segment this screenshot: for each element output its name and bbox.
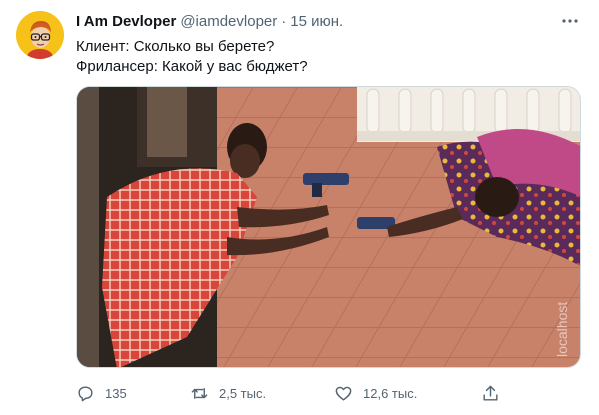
avatar-illustration — [16, 11, 64, 59]
tweet-actions: 135 2,5 тыс. 12,6 тыс. — [76, 380, 506, 406]
retweet-icon — [191, 387, 208, 399]
tweet-text-line: Фрилансер: Какой у вас бюджет? — [76, 58, 308, 75]
tweet-header: I Am Devloper @iamdevloper · 15 июн. — [76, 11, 343, 31]
share-button[interactable] — [481, 380, 500, 406]
reply-icon — [78, 385, 93, 401]
like-count: 12,6 тыс. — [363, 385, 418, 401]
more-dots-icon — [562, 19, 578, 23]
tweet-date[interactable]: 15 июн. — [290, 13, 343, 30]
retweet-count: 2,5 тыс. — [219, 385, 267, 401]
tweet-text: Клиент: Сколько вы берете? Фрилансер: Ка… — [76, 37, 308, 77]
reply-button[interactable]: 135 — [76, 380, 127, 406]
meme-photo: localhost — [77, 87, 580, 367]
like-button[interactable]: 12,6 тыс. — [334, 380, 417, 406]
more-options-button[interactable] — [559, 10, 581, 32]
retweet-button[interactable]: 2,5 тыс. — [190, 380, 266, 406]
heart-icon — [335, 386, 352, 401]
separator-dot: · — [281, 12, 287, 30]
author-name[interactable]: I Am Devloper — [76, 13, 176, 30]
author-handle[interactable]: @iamdevloper — [180, 13, 277, 30]
media-watermark: localhost — [554, 302, 570, 357]
share-icon — [483, 385, 498, 401]
tweet-card[interactable]: I Am Devloper @iamdevloper · 15 июн. Кли… — [0, 0, 599, 415]
tweet-text-line: Клиент: Сколько вы берете? — [76, 38, 275, 55]
reply-count: 135 — [105, 385, 127, 401]
avatar[interactable] — [16, 11, 64, 59]
tweet-media-image[interactable]: localhost — [76, 86, 581, 368]
